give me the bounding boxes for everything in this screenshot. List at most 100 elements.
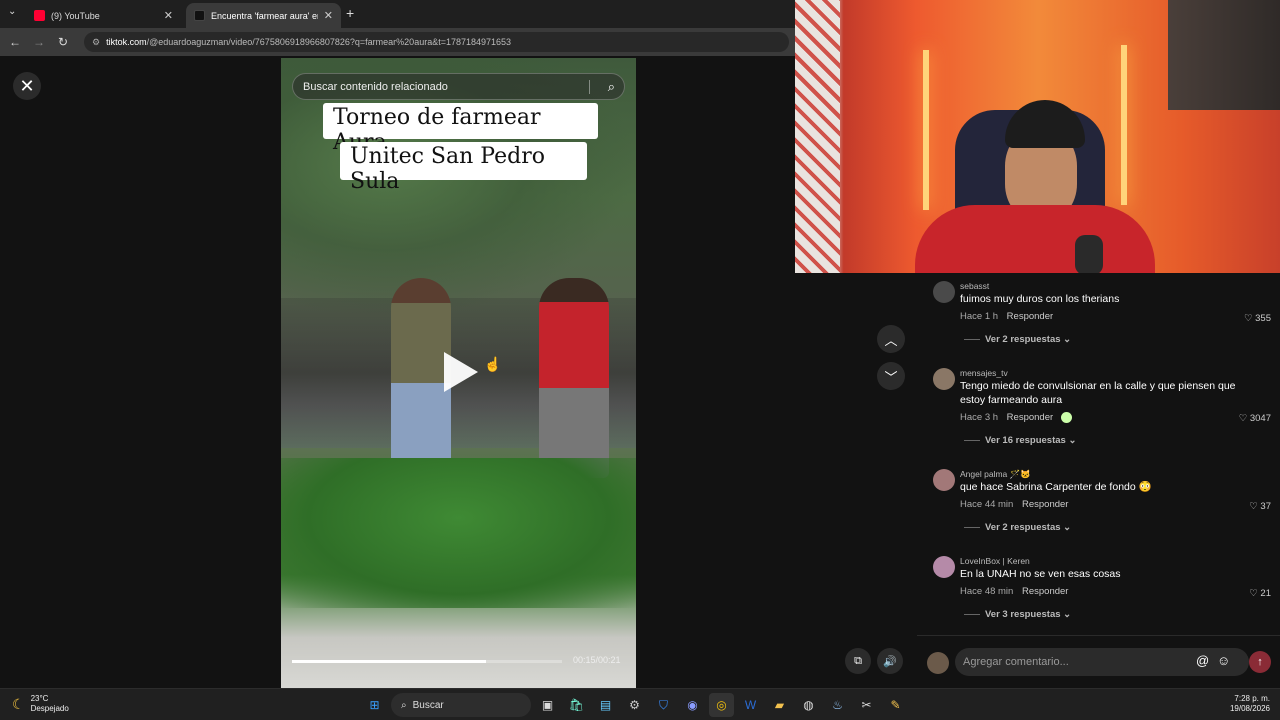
task-view-icon[interactable]: ▣ bbox=[535, 693, 560, 717]
emoji-icon[interactable]: ☺ bbox=[1217, 653, 1230, 668]
weather-widget[interactable]: ☾ 23°C Despejado bbox=[12, 694, 69, 714]
avatar[interactable] bbox=[933, 556, 955, 578]
avatar[interactable] bbox=[933, 469, 955, 491]
reply-button[interactable]: Responder bbox=[1022, 586, 1068, 597]
webcam-overlay bbox=[795, 0, 1280, 273]
mention-icon[interactable]: @ bbox=[1196, 653, 1209, 668]
chevron-down-icon: ⌄ bbox=[1068, 435, 1077, 446]
taskbar-search[interactable]: ⌕ Buscar bbox=[391, 693, 531, 717]
defender-icon[interactable]: ⛉ bbox=[651, 693, 676, 717]
volume-button[interactable]: 🔊 bbox=[877, 648, 903, 674]
settings-icon[interactable]: ⚙ bbox=[622, 693, 647, 717]
comment-meta: Hace 3 h Responder bbox=[960, 412, 1072, 423]
related-search-input[interactable]: Buscar contenido relacionado ⌕ bbox=[292, 73, 625, 100]
tab-youtube[interactable]: (9) YouTube ✕ bbox=[26, 3, 181, 28]
search-divider bbox=[589, 80, 590, 94]
video-frame-person bbox=[391, 278, 451, 488]
photos-icon[interactable]: ▤ bbox=[593, 693, 618, 717]
comment-username[interactable]: sebasst bbox=[960, 281, 989, 291]
chrome-icon[interactable]: ◎ bbox=[709, 693, 734, 717]
tab-list-chevron-icon[interactable]: ⌄ bbox=[8, 6, 16, 17]
reply-button[interactable]: Responder bbox=[1022, 499, 1068, 510]
like-button[interactable]: ♡ 3047 bbox=[1239, 413, 1271, 424]
comment-username[interactable]: Angel palma 🪄🐱 bbox=[960, 469, 1031, 480]
comment-text: fuimos muy duros con los therians bbox=[960, 293, 1120, 305]
webcam-microphone bbox=[1075, 235, 1103, 273]
replies-line bbox=[964, 338, 980, 340]
avatar[interactable] bbox=[933, 281, 955, 303]
video-frame-person bbox=[539, 278, 609, 478]
browser-tab-bar: ⌄ (9) YouTube ✕ Encuentra 'farmear aura'… bbox=[0, 0, 795, 28]
previous-video-button[interactable]: ︿ bbox=[877, 325, 905, 353]
new-tab-icon[interactable]: + bbox=[346, 5, 354, 21]
like-count: 355 bbox=[1255, 313, 1271, 324]
comment-time: Hace 1 h bbox=[960, 311, 999, 322]
webcam-person-cap bbox=[1005, 100, 1085, 148]
view-replies-button[interactable]: Ver 3 respuestas ⌄ bbox=[964, 609, 1071, 620]
replies-line bbox=[964, 439, 980, 441]
system-clock[interactable]: 7:28 p. m. 19/08/2026 bbox=[1230, 694, 1270, 714]
replies-line bbox=[964, 613, 980, 615]
floating-player-button[interactable]: ⧉ bbox=[845, 648, 871, 674]
close-video-button[interactable]: ✕ bbox=[13, 72, 41, 100]
comment-username[interactable]: LoveInBox | Keren bbox=[960, 556, 1030, 566]
file-explorer-icon[interactable]: ▰ bbox=[767, 693, 792, 717]
view-replies-button[interactable]: Ver 2 respuestas ⌄ bbox=[964, 522, 1071, 533]
taskbar-search-label: Buscar bbox=[412, 699, 444, 711]
obs-icon[interactable]: ◍ bbox=[796, 693, 821, 717]
like-button[interactable]: ♡ 21 bbox=[1249, 588, 1271, 599]
reload-icon[interactable]: ↻ bbox=[51, 35, 75, 49]
windows-taskbar: ☾ 23°C Despejado ⊞ ⌕ Buscar ▣ 🛍 ▤ ⚙ ⛉ ◉ … bbox=[0, 688, 1280, 720]
close-tab-icon[interactable]: ✕ bbox=[324, 9, 333, 22]
weather-temp: 23°C bbox=[30, 694, 49, 703]
site-info-icon[interactable]: ⚙ bbox=[92, 37, 100, 48]
comment-time: Hace 3 h bbox=[960, 412, 999, 424]
view-replies-button[interactable]: Ver 16 respuestas ⌄ bbox=[964, 435, 1076, 446]
send-comment-button[interactable]: ↑ bbox=[1249, 651, 1271, 673]
webcam-curtain bbox=[795, 0, 840, 273]
video-caption-line1: Torneo de farmear Aura bbox=[323, 103, 598, 155]
webcam-wall-frame bbox=[1168, 0, 1280, 110]
like-button[interactable]: ♡ 355 bbox=[1244, 313, 1271, 324]
clock-date: 19/08/2026 bbox=[1229, 704, 1270, 713]
tiktok-icon bbox=[194, 10, 205, 21]
comment-text: que hace Sabrina Carpenter de fondo 😳 bbox=[960, 481, 1152, 493]
avatar bbox=[927, 652, 949, 674]
comment-meta: Hace 1 h Responder bbox=[960, 311, 1053, 322]
next-video-button[interactable]: ﹀ bbox=[877, 362, 905, 390]
chevron-down-icon: ⌄ bbox=[1063, 609, 1072, 620]
moon-icon: ☾ bbox=[12, 695, 25, 712]
sticky-notes-icon[interactable]: ✎ bbox=[883, 693, 908, 717]
back-icon[interactable]: ← bbox=[3, 35, 27, 49]
close-tab-icon[interactable]: ✕ bbox=[164, 9, 173, 22]
like-button[interactable]: ♡ 37 bbox=[1249, 501, 1271, 512]
windows-start-icon[interactable]: ⊞ bbox=[362, 693, 387, 717]
forward-icon[interactable]: → bbox=[27, 35, 51, 49]
chevron-down-icon: ⌄ bbox=[1063, 334, 1072, 345]
search-icon: ⌕ bbox=[401, 699, 407, 711]
view-replies-button[interactable]: Ver 2 respuestas ⌄ bbox=[964, 334, 1071, 345]
url-field[interactable]: ⚙ tiktok.com/@eduardoaguzman/video/76758… bbox=[84, 32, 789, 52]
video-progress-bar[interactable] bbox=[292, 660, 562, 663]
webcam-light bbox=[923, 50, 929, 210]
avatar[interactable] bbox=[933, 368, 955, 390]
search-icon[interactable]: ⌕ bbox=[608, 79, 615, 95]
tab-tiktok[interactable]: Encuentra 'farmear aura' en Tik ✕ bbox=[186, 3, 341, 28]
video-timecode: 00:15/00:21 bbox=[573, 655, 621, 665]
play-icon[interactable] bbox=[444, 352, 478, 392]
reply-button[interactable]: Responder bbox=[1007, 412, 1053, 423]
taskbar-apps: ⊞ ⌕ Buscar ▣ 🛍 ▤ ⚙ ⛉ ◉ ◎ W ▰ ◍ ♨ ✂ ✎ bbox=[362, 693, 908, 717]
discord-icon[interactable]: ◉ bbox=[680, 693, 705, 717]
reply-button[interactable]: Responder bbox=[1007, 311, 1053, 322]
tab-label: (9) YouTube bbox=[51, 10, 100, 21]
store-icon[interactable]: 🛍 bbox=[564, 693, 589, 717]
heart-icon: ♡ bbox=[1238, 413, 1248, 424]
view-replies-label: Ver 2 respuestas bbox=[985, 522, 1061, 533]
replies-line bbox=[964, 526, 980, 528]
capcut-icon[interactable]: ✂ bbox=[854, 693, 879, 717]
steam-icon[interactable]: ♨ bbox=[825, 693, 850, 717]
webcam-light bbox=[1121, 45, 1127, 205]
chevron-down-icon: ⌄ bbox=[1063, 522, 1072, 533]
word-icon[interactable]: W bbox=[738, 693, 763, 717]
comment-username[interactable]: mensajes_tv bbox=[960, 368, 1008, 378]
